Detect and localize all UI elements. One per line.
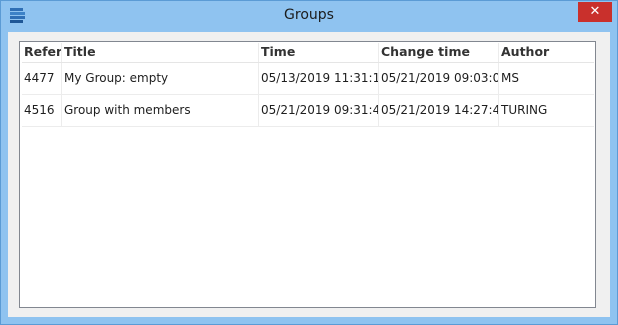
table-header: Refere Title Time Change time Author <box>22 43 594 63</box>
cell-time: 05/13/2019 11:31:18 <box>259 63 379 94</box>
column-header-author[interactable]: Author <box>499 43 594 62</box>
cell-author: TURING <box>501 103 548 117</box>
table-row[interactable]: 4516 Group with members 05/21/2019 09:31… <box>22 95 594 127</box>
cell-change-time: 05/21/2019 09:03:07 <box>379 63 499 94</box>
column-header-title[interactable]: Title <box>62 43 259 62</box>
cell-change-time: 05/21/2019 14:27:43 <box>379 95 499 126</box>
cell-reference: 4516 <box>22 95 62 126</box>
title-bar[interactable]: Groups ✕ <box>1 1 617 32</box>
cell-reference: 4477 <box>22 63 62 94</box>
cell-time: 05/21/2019 09:31:45 <box>259 95 379 126</box>
close-icon: ✕ <box>589 4 601 19</box>
close-button[interactable]: ✕ <box>578 2 612 22</box>
table-row[interactable]: 4477 My Group: empty 05/13/2019 11:31:18… <box>22 63 594 95</box>
cell-title: Group with members <box>62 95 259 126</box>
window-title: Groups <box>284 7 334 23</box>
column-header-reference[interactable]: Refere <box>22 43 62 62</box>
groups-window: Groups ✕ Refere Title Time Change time A… <box>0 0 618 325</box>
cell-author: MS <box>501 71 519 85</box>
groups-table: Refere Title Time Change time Author 447… <box>19 41 596 308</box>
column-header-change-time[interactable]: Change time <box>379 43 499 62</box>
cell-title: My Group: empty <box>62 63 259 94</box>
dialog-body: Refere Title Time Change time Author 447… <box>8 32 610 317</box>
column-header-time[interactable]: Time <box>259 43 379 62</box>
